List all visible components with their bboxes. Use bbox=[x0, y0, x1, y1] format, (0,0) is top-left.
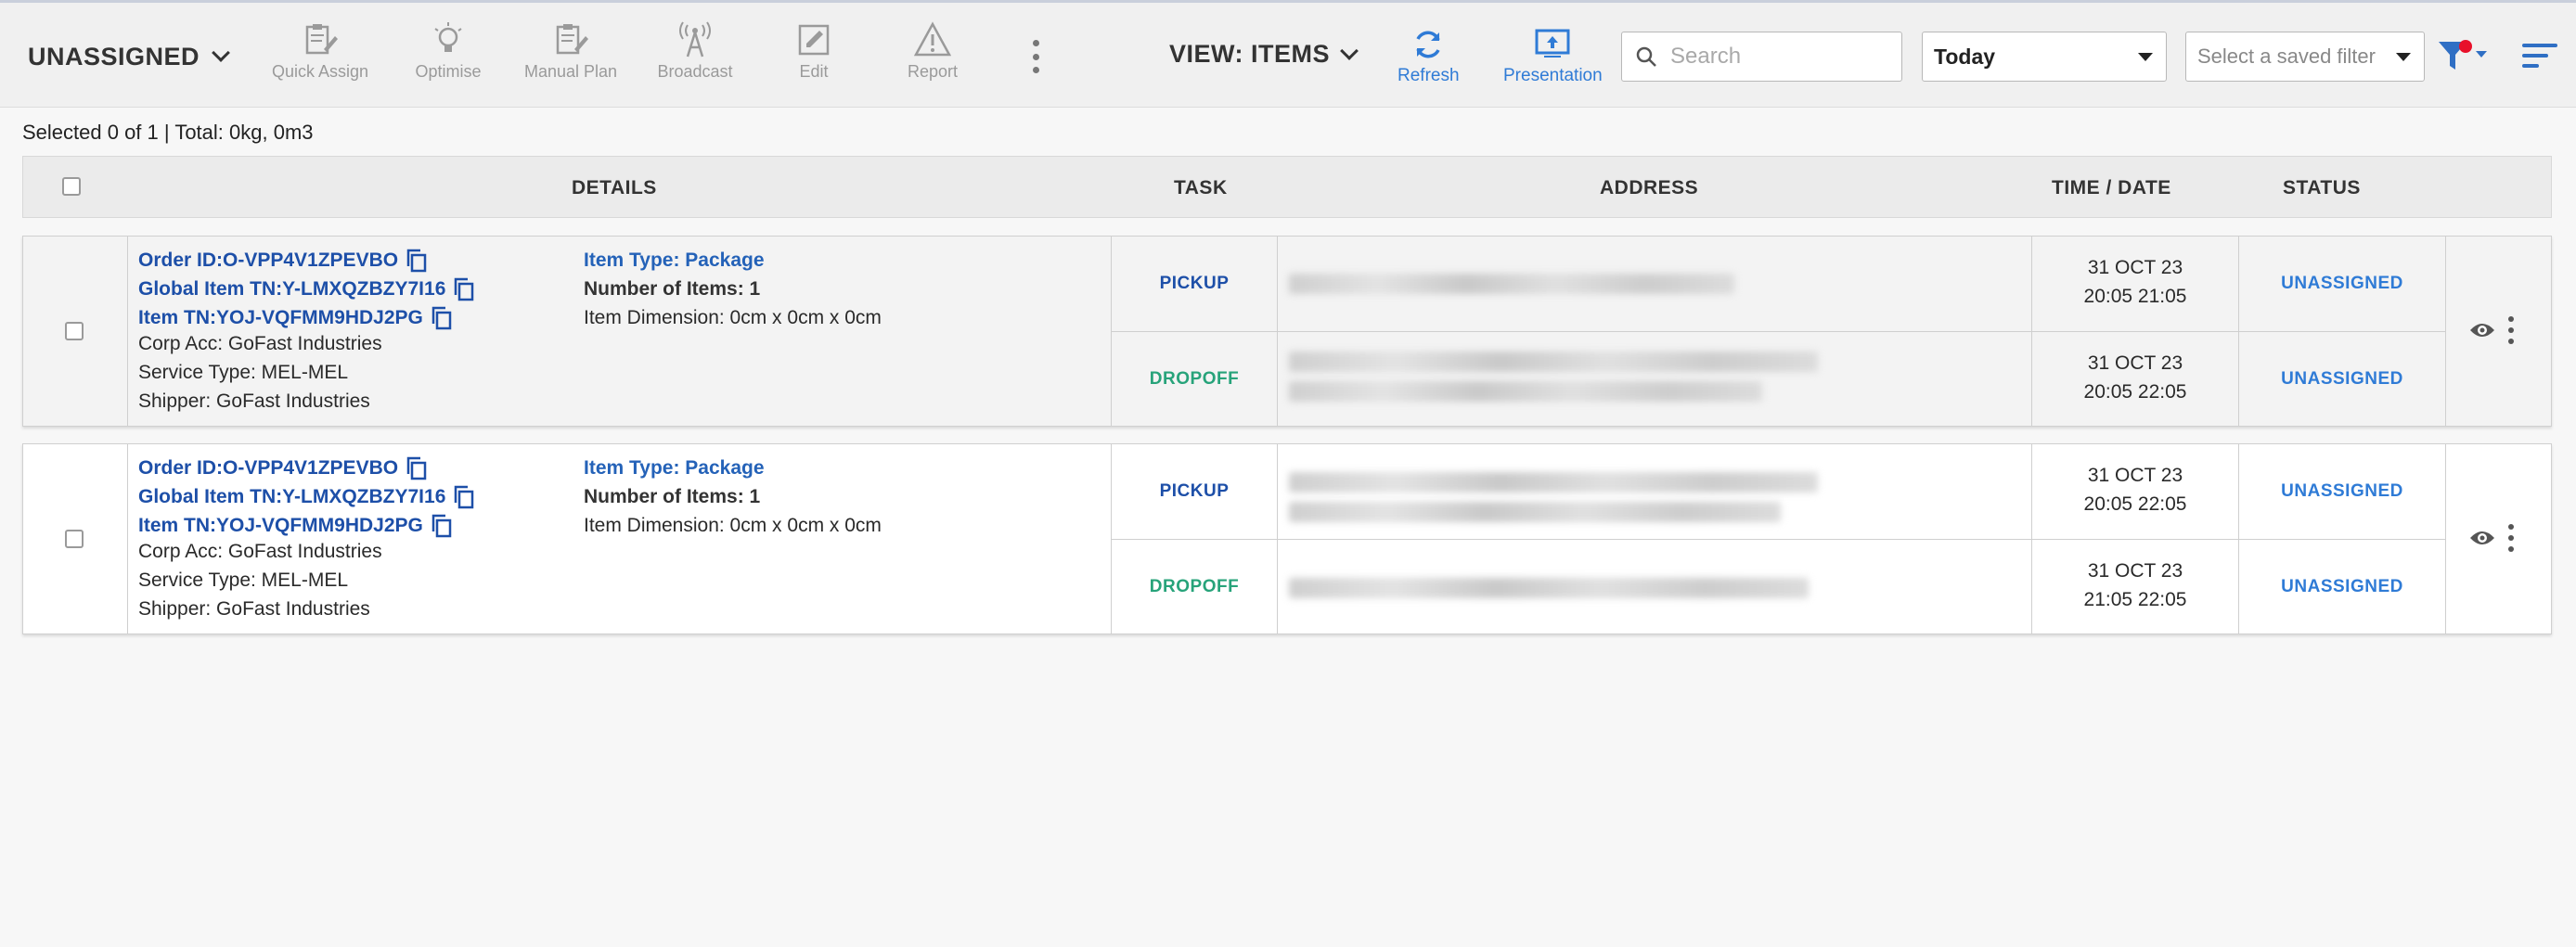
service-type-text: Service Type: MEL-MEL bbox=[138, 362, 349, 383]
sort-menu-icon[interactable] bbox=[2522, 44, 2559, 70]
caret-down-icon bbox=[2396, 53, 2411, 61]
status-badge: UNASSIGNED bbox=[2281, 274, 2403, 293]
chevron-down-icon bbox=[1340, 41, 1359, 60]
report-label: Report bbox=[907, 62, 959, 81]
dropoff-datetime: 31 OCT 23 20:05 22:05 bbox=[2083, 352, 2187, 403]
copy-icon[interactable] bbox=[406, 248, 428, 274]
address-redacted bbox=[1289, 502, 1781, 522]
order-id-link[interactable]: Order ID:O-VPP4V1ZPEVBO bbox=[138, 455, 428, 481]
quick-assign-label: Quick Assign bbox=[271, 62, 369, 81]
more-actions-icon[interactable] bbox=[1026, 40, 1045, 73]
row-more-icon[interactable] bbox=[2507, 524, 2515, 552]
item-tn-link[interactable]: Item TN:YOJ-VQFMM9HDJ2PG bbox=[138, 305, 453, 331]
date-filter-value: Today bbox=[1934, 44, 1996, 69]
header-details: DETAILS bbox=[572, 177, 657, 198]
clipboard-edit-icon bbox=[305, 24, 338, 55]
header-address: ADDRESS bbox=[1600, 177, 1699, 198]
report-button[interactable]: Report bbox=[863, 21, 1002, 86]
clipboard-edit-icon bbox=[556, 24, 588, 55]
header-task: TASK bbox=[1174, 177, 1228, 198]
address-redacted bbox=[1289, 352, 1818, 372]
active-filter-dot bbox=[2459, 40, 2472, 53]
caret-down-icon bbox=[2138, 53, 2153, 61]
corp-acc-text: Corp Acc: GoFast Industries bbox=[138, 333, 382, 354]
item-dimension-text: Item Dimension: 0cm x 0cm x 0cm bbox=[584, 515, 882, 536]
eye-icon[interactable] bbox=[2468, 528, 2496, 548]
status-filter-label: UNASSIGNED bbox=[28, 42, 200, 70]
number-of-items-text: Number of Items: 1 bbox=[584, 486, 761, 507]
service-type-text: Service Type: MEL-MEL bbox=[138, 569, 349, 591]
address-redacted bbox=[1289, 578, 1809, 598]
status-badge: UNASSIGNED bbox=[2281, 577, 2403, 596]
address-redacted bbox=[1289, 274, 1734, 294]
refresh-label: Refresh bbox=[1397, 66, 1460, 85]
filter-menu-button[interactable] bbox=[2433, 34, 2498, 75]
refresh-icon bbox=[1416, 31, 1440, 58]
item-dimension-text: Item Dimension: 0cm x 0cm x 0cm bbox=[584, 307, 882, 328]
item-tn-link[interactable]: Item TN:YOJ-VQFMM9HDJ2PG bbox=[138, 513, 453, 539]
view-label: VIEW: ITEMS bbox=[1169, 40, 1331, 68]
pickup-datetime: 31 OCT 23 20:05 21:05 bbox=[2083, 257, 2187, 307]
table-row: Order ID:O-VPP4V1ZPEVBO Global Item TN:Y… bbox=[22, 236, 2552, 427]
address-redacted bbox=[1289, 472, 1818, 493]
table-row: Order ID:O-VPP4V1ZPEVBO Global Item TN:Y… bbox=[22, 443, 2552, 634]
address-redacted bbox=[1289, 381, 1762, 402]
toolbar: UNASSIGNED Quick Assign Optimise Manual … bbox=[0, 0, 2576, 108]
edit-square-icon bbox=[798, 24, 830, 56]
pickup-datetime: 31 OCT 23 20:05 22:05 bbox=[2083, 465, 2187, 515]
order-id-link[interactable]: Order ID:O-VPP4V1ZPEVBO bbox=[138, 248, 428, 274]
task-pickup: PICKUP bbox=[1159, 274, 1230, 293]
status-filter-dropdown[interactable]: UNASSIGNED bbox=[28, 40, 230, 73]
dropoff-datetime: 31 OCT 23 21:05 22:05 bbox=[2083, 560, 2187, 610]
status-badge: UNASSIGNED bbox=[2281, 481, 2403, 501]
saved-filter-placeholder: Select a saved filter bbox=[2197, 45, 2376, 68]
header-time-date: TIME / DATE bbox=[2052, 177, 2171, 198]
presentation-button[interactable]: Presentation bbox=[1503, 27, 1603, 86]
status-badge: UNASSIGNED bbox=[2281, 369, 2403, 389]
optimise-label: Optimise bbox=[415, 62, 482, 81]
refresh-button[interactable]: Refresh bbox=[1397, 27, 1460, 86]
copy-icon[interactable] bbox=[453, 484, 475, 510]
item-type-text: Item Type: Package bbox=[584, 457, 765, 479]
task-dropoff: DROPOFF bbox=[1149, 577, 1240, 596]
search-box bbox=[1621, 32, 1902, 82]
chevron-down-icon bbox=[212, 44, 230, 62]
copy-icon[interactable] bbox=[453, 276, 475, 302]
row-more-icon[interactable] bbox=[2507, 316, 2515, 344]
selection-summary: Selected 0 of 1 | Total: 0kg, 0m3 bbox=[22, 121, 314, 144]
manual-plan-label: Manual Plan bbox=[523, 62, 618, 81]
eye-icon[interactable] bbox=[2468, 320, 2496, 340]
copy-icon[interactable] bbox=[431, 305, 453, 331]
saved-filter-select[interactable]: Select a saved filter bbox=[2185, 32, 2425, 82]
manual-plan-button[interactable]: Manual Plan bbox=[501, 21, 640, 86]
row-checkbox[interactable] bbox=[65, 530, 84, 548]
copy-icon[interactable] bbox=[406, 455, 428, 481]
header-status: STATUS bbox=[2283, 177, 2361, 198]
corp-acc-text: Corp Acc: GoFast Industries bbox=[138, 541, 382, 562]
presentation-label: Presentation bbox=[1503, 66, 1603, 85]
search-icon bbox=[1636, 46, 1656, 67]
shipper-text: Shipper: GoFast Industries bbox=[138, 598, 370, 620]
copy-icon[interactable] bbox=[431, 513, 453, 539]
shipper-text: Shipper: GoFast Industries bbox=[138, 390, 370, 412]
view-dropdown[interactable]: VIEW: ITEMS bbox=[1169, 40, 1359, 69]
number-of-items-text: Number of Items: 1 bbox=[584, 278, 761, 300]
date-filter-select[interactable]: Today bbox=[1922, 32, 2167, 82]
table-header: DETAILS TASK ADDRESS TIME / DATE STATUS bbox=[22, 156, 2552, 218]
global-item-tn-link[interactable]: Global Item TN:Y-LMXQZBZY7I16 bbox=[138, 276, 475, 302]
lightbulb-icon bbox=[434, 22, 462, 52]
row-checkbox[interactable] bbox=[65, 322, 84, 340]
task-pickup: PICKUP bbox=[1159, 481, 1230, 501]
item-type-text: Item Type: Package bbox=[584, 250, 765, 271]
quick-assign-button[interactable]: Quick Assign bbox=[251, 21, 390, 86]
select-all-checkbox[interactable] bbox=[62, 177, 81, 196]
presentation-upload-icon bbox=[1535, 29, 1570, 58]
radio-tower-icon bbox=[679, 21, 711, 58]
task-dropoff: DROPOFF bbox=[1149, 369, 1240, 389]
warning-triangle-icon bbox=[914, 21, 951, 57]
optimise-button[interactable]: Optimise bbox=[379, 21, 518, 86]
global-item-tn-link[interactable]: Global Item TN:Y-LMXQZBZY7I16 bbox=[138, 484, 475, 510]
search-input[interactable] bbox=[1670, 44, 1884, 70]
